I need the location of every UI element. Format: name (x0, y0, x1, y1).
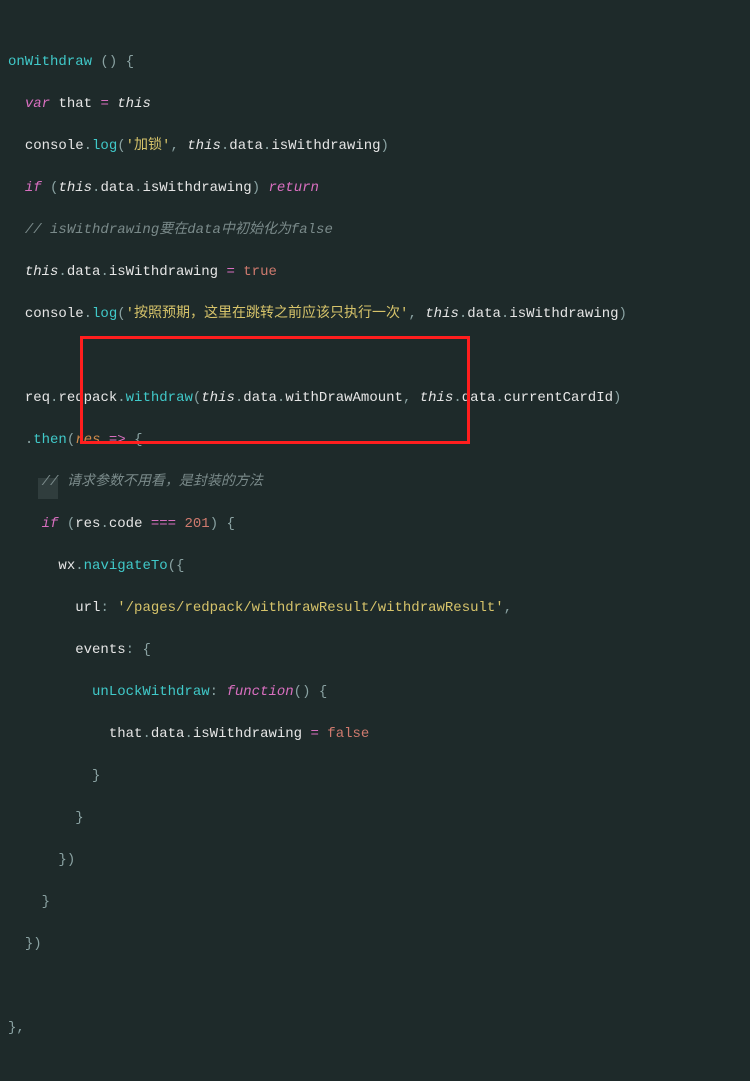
code-line: console.log('加锁', this.data.isWithdrawin… (8, 136, 750, 157)
code-line: }) (8, 850, 750, 871)
code-line: }) (8, 934, 750, 955)
code-line: } (8, 892, 750, 913)
code-editor[interactable]: onWithdraw () { var that = this console.… (8, 10, 750, 1081)
code-line: onWithdraw () { (8, 52, 750, 73)
code-line: var that = this (8, 94, 750, 115)
code-line (8, 346, 750, 367)
code-line: events: { (8, 640, 750, 661)
code-line: // isWithdrawing要在data中初始化为false (8, 220, 750, 241)
code-line: that.data.isWithdrawing = false (8, 724, 750, 745)
code-line: url: '/pages/redpack/withdrawResult/with… (8, 598, 750, 619)
code-line: } (8, 808, 750, 829)
code-line: this.data.isWithdrawing = true (8, 262, 750, 283)
code-line: req.redpack.withdraw(this.data.withDrawA… (8, 388, 750, 409)
code-line: unLockWithdraw: function() { (8, 682, 750, 703)
code-line: // 请求参数不用看，是封装的方法 (8, 472, 750, 493)
code-line: } (8, 766, 750, 787)
code-line: if (res.code === 201) { (8, 514, 750, 535)
code-line: }, (8, 1018, 750, 1039)
code-line: wx.navigateTo({ (8, 556, 750, 577)
code-line: if (this.data.isWithdrawing) return (8, 178, 750, 199)
code-line: .then(res => { (8, 430, 750, 451)
code-line (8, 976, 750, 997)
code-line: console.log('按照预期，这里在跳转之前应该只执行一次', this.… (8, 304, 750, 325)
function-name: onWithdraw (8, 54, 92, 70)
